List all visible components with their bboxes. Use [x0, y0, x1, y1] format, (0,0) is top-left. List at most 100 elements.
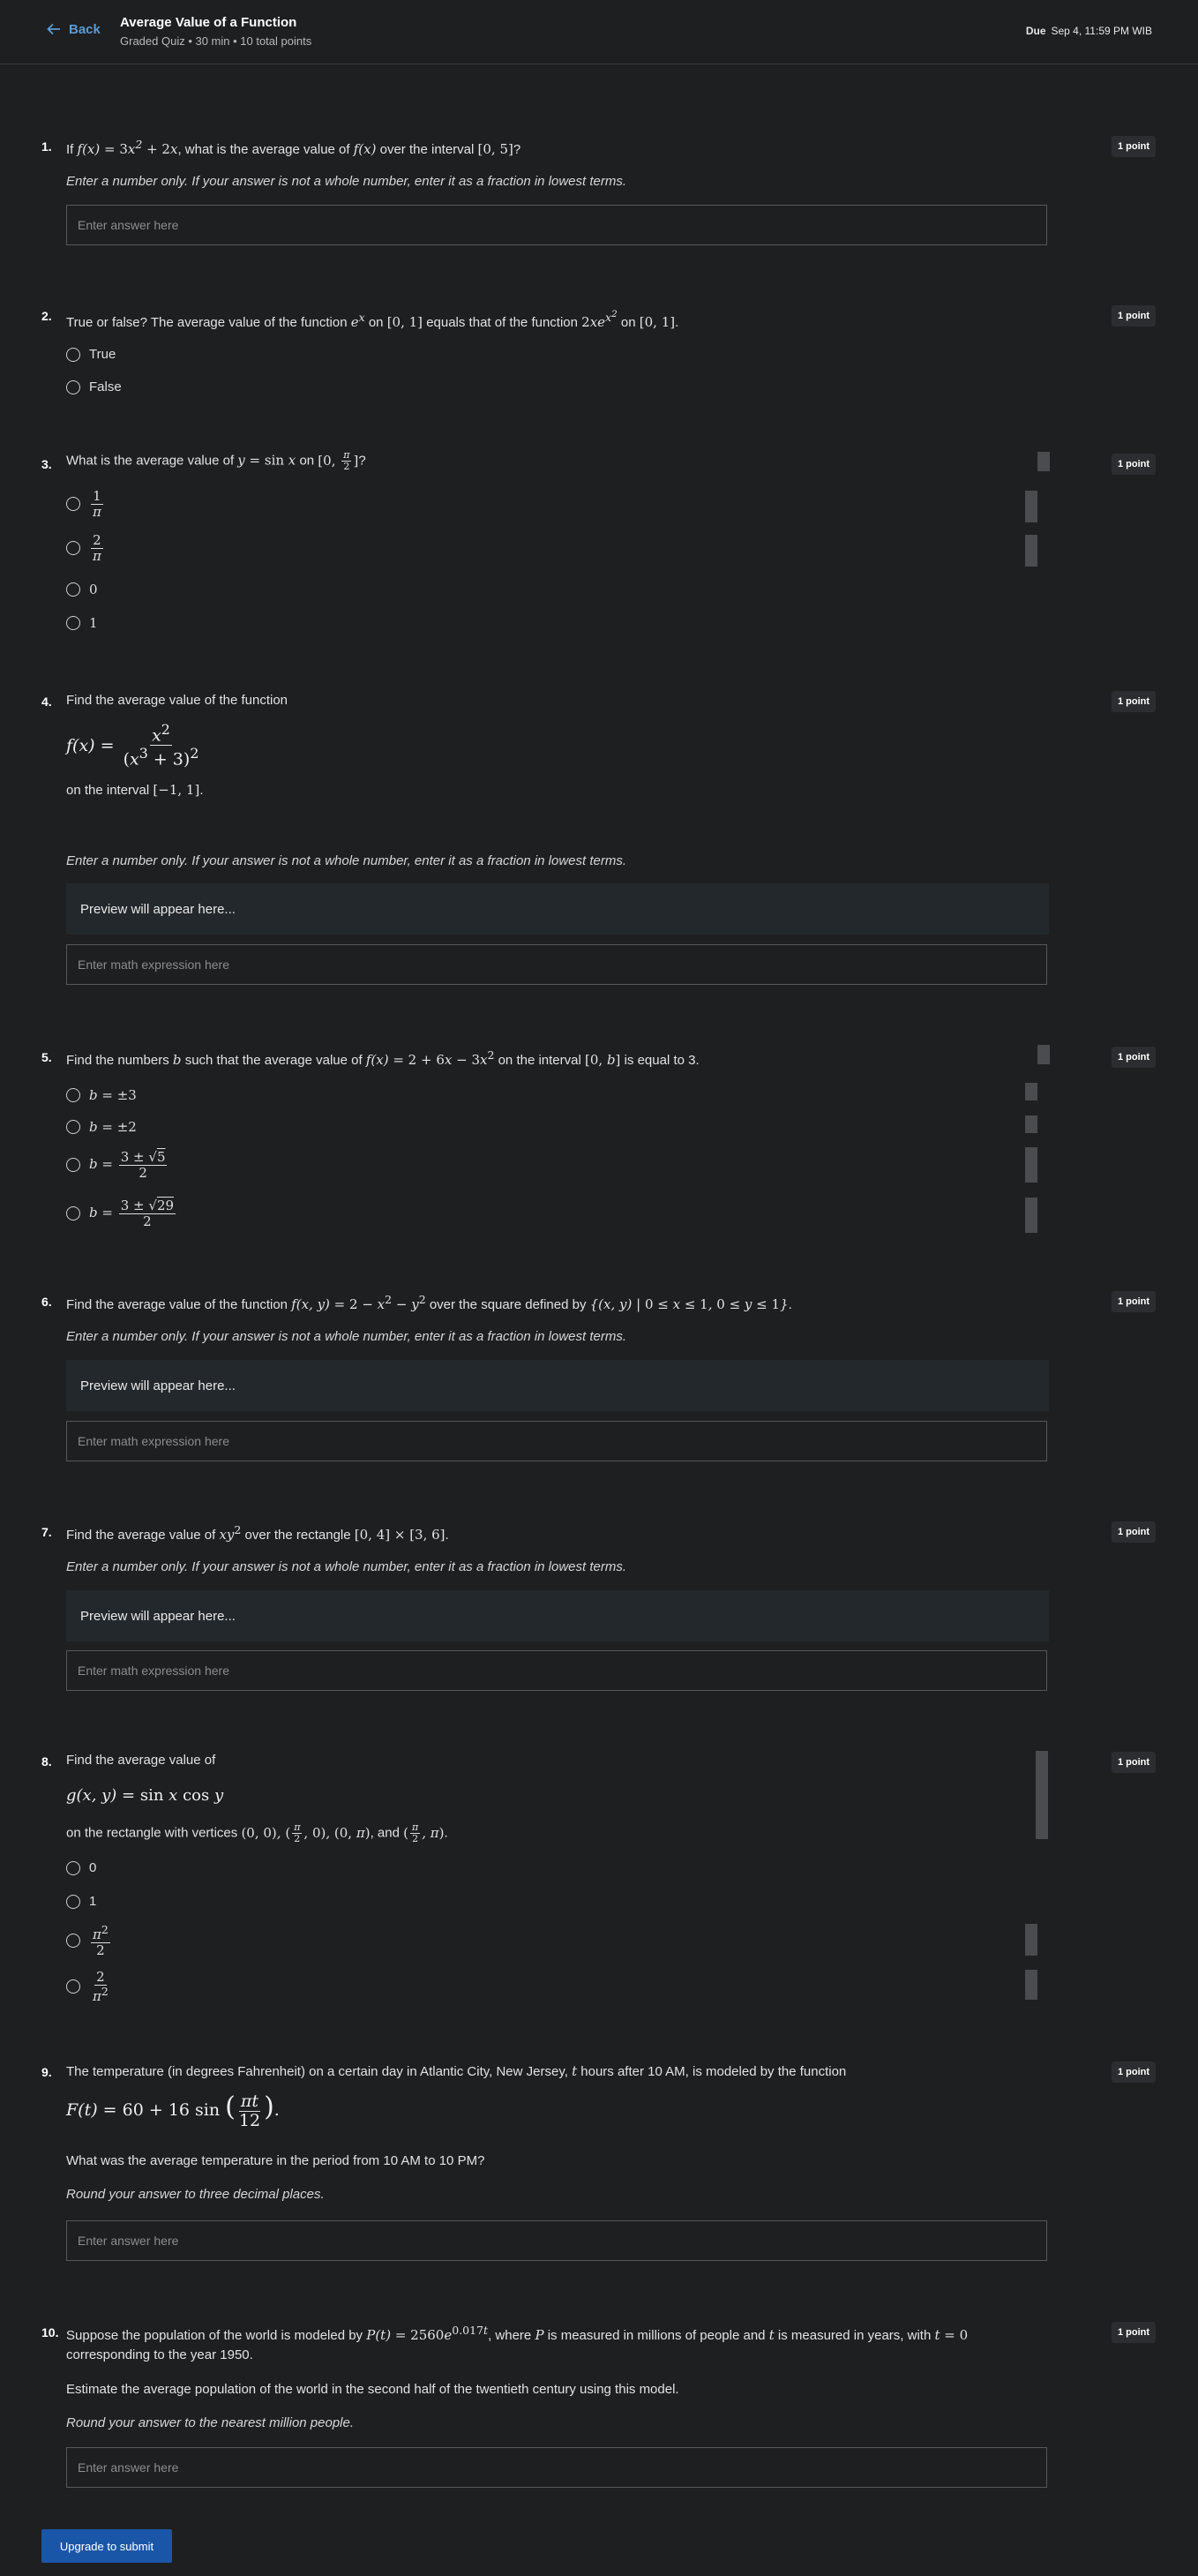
answer-instructions: Enter a number only. If your answer is n… — [66, 1559, 627, 1574]
question-9-text: The temperature (in degrees Fahrenheit) … — [66, 2063, 847, 2079]
radio-button[interactable] — [66, 1158, 80, 1172]
function-display: f(x) = x2 (x3 + 3)2 — [66, 721, 199, 770]
answer-instructions: Round your answer to the nearest million… — [66, 2415, 355, 2430]
answer-instructions: Enter a number only. If your answer is n… — [66, 853, 627, 868]
scroll-indicator — [1025, 1198, 1037, 1233]
option-zero[interactable]: 0 — [66, 1860, 96, 1875]
answer-input[interactable]: Enter answer here — [66, 2447, 1047, 2488]
math-preview: Preview will appear here... — [66, 1360, 1049, 1411]
radio-button[interactable] — [66, 497, 80, 511]
option-label: 1 — [89, 1894, 97, 1909]
radio-button[interactable] — [66, 347, 80, 362]
arrow-left-icon — [47, 23, 60, 35]
answer-instructions: Round your answer to three decimal place… — [66, 2187, 325, 2202]
question-1-text: If f(x) = 3x2 + 2x, what is the average … — [66, 138, 521, 157]
option-label: 0 — [89, 582, 98, 597]
points-badge: 1 point — [1112, 305, 1156, 327]
radio-button[interactable] — [66, 582, 80, 597]
quiz-meta: Graded Quiz • 30 min • 10 total points — [120, 34, 312, 48]
radio-button[interactable] — [66, 616, 80, 630]
radio-button[interactable] — [66, 1860, 80, 1875]
math-expression-input[interactable]: Enter math expression here — [66, 1650, 1047, 1691]
question-6-text: Find the average value of the function f… — [66, 1293, 792, 1312]
question-9-prompt: What was the average temperature in the … — [66, 2153, 485, 2168]
option-true[interactable]: True — [66, 347, 116, 362]
points-badge: 1 point — [1112, 1521, 1156, 1543]
quiz-header: Back Average Value of a Function Graded … — [0, 0, 1198, 64]
scroll-indicator — [1025, 1970, 1037, 2000]
scroll-indicator — [1025, 1083, 1037, 1100]
radio-button[interactable] — [66, 1934, 80, 1948]
question-number: 2. — [41, 309, 52, 323]
option-2-over-pi[interactable]: 2π — [66, 533, 105, 563]
radio-button[interactable] — [66, 1206, 80, 1220]
question-number: 7. — [41, 1525, 52, 1539]
option-label: b = ±2 — [89, 1119, 137, 1135]
question-8-text: Find the average value of — [66, 1753, 216, 1768]
scrollbar-thumb[interactable] — [1037, 452, 1050, 471]
option-zero[interactable]: 0 — [66, 582, 98, 597]
points-badge: 1 point — [1112, 2322, 1156, 2343]
option-label: 2π — [91, 532, 103, 564]
question-number: 6. — [41, 1295, 52, 1309]
function-display: F(t) = 60 + 16 sin (πt 12). — [66, 2091, 280, 2130]
option-b-sqrt29[interactable]: b = 3 ± √29 2 — [66, 1198, 177, 1228]
math-preview: Preview will appear here... — [66, 1590, 1049, 1641]
points-badge: 1 point — [1112, 1047, 1156, 1068]
option-label: 2 π2 — [93, 1969, 109, 2004]
due-value: Sep 4, 11:59 PM WIB — [1051, 25, 1153, 37]
question-10-text: Suppose the population of the world is m… — [66, 2324, 969, 2362]
option-b-sqrt5[interactable]: b = 3 ± √5 2 — [66, 1150, 168, 1180]
points-badge: 1 point — [1112, 454, 1156, 475]
option-label: True — [89, 347, 116, 362]
upgrade-to-submit-button[interactable]: Upgrade to submit — [41, 2529, 172, 2563]
question-8-vertices: on the rectangle with vertices (0, 0), (… — [66, 1821, 448, 1845]
option-false[interactable]: False — [66, 379, 122, 394]
scrollbar-thumb[interactable] — [1036, 1751, 1048, 1839]
radio-button[interactable] — [66, 379, 80, 394]
scroll-indicator — [1025, 535, 1037, 567]
math-preview: Preview will appear here... — [66, 883, 1049, 935]
scroll-indicator — [1025, 491, 1037, 522]
option-pi-squared-over-2[interactable]: π2 2 — [66, 1924, 112, 1957]
answer-input[interactable]: Enter answer here — [66, 2220, 1047, 2261]
option-label: b = 3 ± √29 2 — [89, 1198, 176, 1229]
option-b-pm2[interactable]: b = ±2 — [66, 1119, 137, 1135]
page-title: Average Value of a Function — [120, 15, 297, 30]
question-3-text: What is the average value of y = sin x o… — [66, 449, 366, 473]
option-2-over-pi-squared[interactable]: 2 π2 — [66, 1970, 112, 2003]
answer-instructions: Enter a number only. If your answer is n… — [66, 1329, 627, 1344]
points-badge: 1 point — [1112, 136, 1156, 157]
option-label: False — [89, 379, 122, 394]
due-date: Due Sep 4, 11:59 PM WIB — [1026, 25, 1152, 37]
option-b-pm3[interactable]: b = ±3 — [66, 1087, 137, 1103]
question-4-interval: on the interval [−1, 1]. — [66, 782, 204, 798]
question-7-text: Find the average value of xy2 over the r… — [66, 1523, 449, 1543]
radio-button[interactable] — [66, 1894, 80, 1909]
points-badge: 1 point — [1112, 691, 1156, 712]
scroll-indicator — [1025, 1924, 1037, 1956]
question-2-text: True or false? The average value of the … — [66, 309, 679, 331]
option-one[interactable]: 1 — [66, 615, 98, 631]
option-label: π2 2 — [91, 1923, 110, 1958]
math-expression-input[interactable]: Enter math expression here — [66, 944, 1047, 985]
question-number: 1. — [41, 139, 52, 154]
question-number: 5. — [41, 1050, 52, 1064]
math-expression-input[interactable]: Enter math expression here — [66, 1421, 1047, 1461]
option-one[interactable]: 1 — [66, 1894, 96, 1909]
due-label: Due — [1025, 25, 1046, 37]
radio-button[interactable] — [66, 1979, 80, 1994]
back-button[interactable]: Back — [46, 21, 101, 37]
option-1-over-pi[interactable]: 1π — [66, 489, 105, 519]
radio-button[interactable] — [66, 1088, 80, 1102]
points-badge: 1 point — [1112, 2062, 1156, 2083]
question-number: 8. — [41, 1754, 52, 1769]
question-number: 10. — [41, 2325, 59, 2339]
radio-button[interactable] — [66, 1120, 80, 1134]
answer-input[interactable]: Enter answer here — [66, 205, 1047, 245]
scroll-indicator — [1025, 1115, 1037, 1133]
radio-button[interactable] — [66, 541, 80, 555]
scrollbar-thumb[interactable] — [1037, 1045, 1050, 1064]
question-number: 9. — [41, 2065, 52, 2079]
question-4-text: Find the average value of the function — [66, 693, 288, 708]
